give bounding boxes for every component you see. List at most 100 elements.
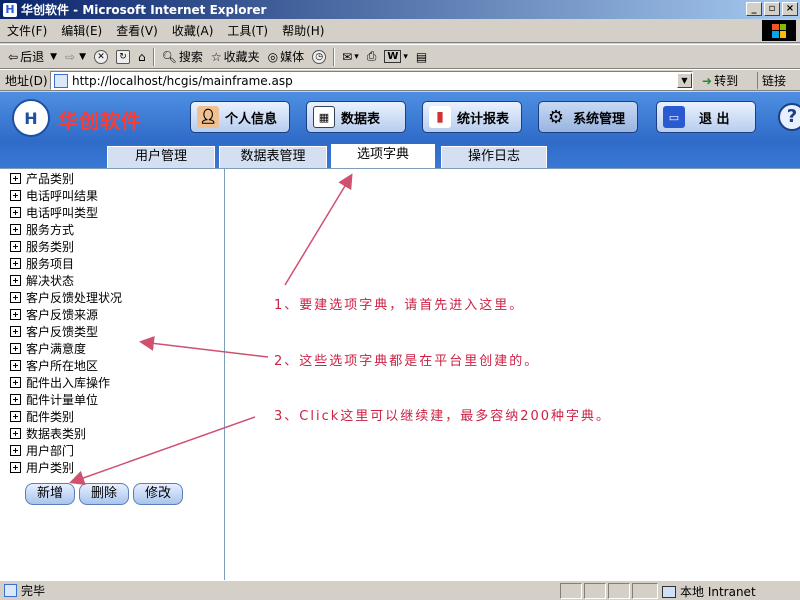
toolbar-separator <box>152 47 155 66</box>
links-button[interactable]: 链接 <box>757 72 786 89</box>
go-label: 转到 <box>714 74 739 88</box>
chevron-down-icon: ▾ <box>354 51 359 62</box>
annotation-arrow <box>139 335 269 358</box>
history-button[interactable]: ◷ <box>308 49 330 64</box>
chevron-down-icon: ▾ <box>403 51 408 62</box>
word-icon: W <box>384 50 402 63</box>
back-arrow-icon: ⇦ <box>8 49 19 64</box>
mail-icon: ✉ <box>342 49 353 64</box>
nav-label: 退 出 <box>699 111 730 127</box>
address-input[interactable]: http://localhost/hcgis/mainframe.asp ▼ <box>50 71 693 90</box>
menu-view[interactable]: 查看(V) <box>109 22 165 39</box>
address-url: http://localhost/hcgis/mainframe.asp <box>72 73 293 88</box>
annotation-arrow <box>284 173 353 286</box>
home-icon: ⌂ <box>137 49 146 64</box>
tab-option-dictionary[interactable]: 选项字典 <box>331 144 435 168</box>
search-label: 搜索 <box>178 50 203 64</box>
media-button[interactable]: ◎ 媒体 <box>264 48 309 65</box>
print-button[interactable]: ⎙ <box>363 49 381 64</box>
address-bar: 地址(D) http://localhost/hcgis/mainframe.a… <box>0 69 800 91</box>
nav-personal-info[interactable]: 👤︎ 个人信息 <box>190 101 290 133</box>
tab-user-management[interactable]: 用户管理 <box>107 146 215 168</box>
search-icon: 🔍︎ <box>161 49 177 64</box>
annotation-arrows <box>69 173 353 486</box>
status-zone: 本地 Intranet <box>662 583 756 600</box>
close-button[interactable]: × <box>782 2 798 16</box>
discuss-button[interactable]: ▤ <box>412 50 431 64</box>
status-bar: 完毕 本地 Intranet <box>0 580 800 600</box>
status-cell <box>608 583 630 599</box>
annotation-note: 2、这些选项字典都是在平台里创建的。 <box>274 354 540 369</box>
logo-icon: H <box>12 99 50 137</box>
address-dropdown-button[interactable]: ▼ <box>677 73 692 88</box>
nav-system-management[interactable]: ⚙ 系统管理 <box>538 101 638 133</box>
logo-text: 华创软件 <box>58 109 142 133</box>
note-icon: ▤ <box>415 49 428 64</box>
help-icon[interactable]: ? <box>778 103 800 131</box>
tab-table-management[interactable]: 数据表管理 <box>219 146 327 168</box>
nav-label: 统计报表 <box>457 111 510 127</box>
content-area: 产品类别 电话呼叫结果 电话呼叫类型 服务方式 服务类别 服务项目 解决状态 客… <box>0 168 800 581</box>
go-arrow-icon: ➜ <box>702 73 713 88</box>
nav-statistics[interactable]: ▮ 统计报表 <box>422 101 522 133</box>
annotation-arrow <box>69 416 256 486</box>
status-cell <box>560 583 582 599</box>
edit-button[interactable]: W ▾ <box>380 50 412 63</box>
back-button[interactable]: ⇦ 后退 ▼ <box>4 48 61 65</box>
minimize-button[interactable]: _ <box>746 2 762 16</box>
annotation-note: 1、要建选项字典，请首先进入这里。 <box>274 298 525 313</box>
chevron-down-icon[interactable]: ▼ <box>79 52 86 62</box>
window-titlebar: H 华创软件 - Microsoft Internet Explorer _ ▫… <box>0 0 800 19</box>
media-icon: ◎ <box>267 49 279 64</box>
status-cell <box>584 583 606 599</box>
address-label: 地址(D) <box>5 73 48 88</box>
chart-icon: ▮ <box>429 106 451 128</box>
print-icon: ⎙ <box>366 49 377 63</box>
nav-exit[interactable]: ▭ 退 出 <box>656 101 756 133</box>
app-icon: H <box>3 2 17 17</box>
media-label: 媒体 <box>280 50 305 64</box>
table-icon: ▦ <box>313 106 335 128</box>
status-text: 完毕 <box>0 582 45 599</box>
status-cell <box>632 583 658 599</box>
refresh-button[interactable]: ↻ <box>112 49 134 64</box>
favorites-icon: ☆ <box>210 49 222 64</box>
exit-icon: ▭ <box>663 106 685 128</box>
favorites-button[interactable]: ☆ 收藏夹 <box>207 48 264 65</box>
zone-label: 本地 Intranet <box>680 585 756 599</box>
go-button[interactable]: ➜ 转到 <box>702 72 738 89</box>
windows-logo-icon <box>762 20 796 41</box>
menu-favorites[interactable]: 收藏(A) <box>165 22 221 39</box>
forward-arrow-icon: ⇨ <box>65 49 76 64</box>
nav-data-table[interactable]: ▦ 数据表 <box>306 101 406 133</box>
person-icon: 👤︎ <box>197 106 219 128</box>
gear-icon: ⚙ <box>547 106 565 128</box>
tab-bar: 用户管理 数据表管理 选项字典 操作日志 <box>0 142 800 168</box>
history-icon: ◷ <box>312 49 327 64</box>
nav-label: 数据表 <box>341 111 381 127</box>
stop-icon: ✕ <box>93 49 108 64</box>
menu-bar: 文件(F) 编辑(E) 查看(V) 收藏(A) 工具(T) 帮助(H) <box>0 19 800 43</box>
chevron-down-icon[interactable]: ▼ <box>50 52 57 62</box>
page-done-icon <box>4 584 17 597</box>
window-title: 华创软件 - Microsoft Internet Explorer <box>21 3 267 17</box>
menu-edit[interactable]: 编辑(E) <box>54 22 109 39</box>
maximize-button[interactable]: ▫ <box>764 2 780 16</box>
menu-help[interactable]: 帮助(H) <box>275 22 331 39</box>
mail-button[interactable]: ✉ ▾ <box>338 50 363 64</box>
browser-toolbar: ⇦ 后退 ▼ ⇨ ▼ ✕ ↻ ⌂ 🔍︎ 搜索 ☆ 收藏夹 ◎ 媒体 ◷ ✉ ▾ ⎙… <box>0 44 800 69</box>
back-label: 后退 <box>20 50 45 64</box>
annotation-note: 3、Click这里可以继续建，最多容纳200种字典。 <box>274 409 612 424</box>
forward-button[interactable]: ⇨ ▼ <box>61 50 90 64</box>
search-button[interactable]: 🔍︎ 搜索 <box>158 48 207 65</box>
window-controls: _ ▫ × <box>746 2 798 16</box>
menu-tools[interactable]: 工具(T) <box>220 22 275 39</box>
tab-operation-log[interactable]: 操作日志 <box>441 146 547 168</box>
menu-file[interactable]: 文件(F) <box>0 22 54 39</box>
status-label: 完毕 <box>21 584 46 598</box>
app-header: H 华创软件 👤︎ 个人信息 ▦ 数据表 ▮ 统计报表 ⚙ 系统管理 ▭ 退 出… <box>0 92 800 142</box>
home-button[interactable]: ⌂ <box>134 50 150 64</box>
stop-button[interactable]: ✕ <box>90 49 112 64</box>
refresh-icon: ↻ <box>115 49 130 64</box>
intranet-icon <box>662 585 676 598</box>
